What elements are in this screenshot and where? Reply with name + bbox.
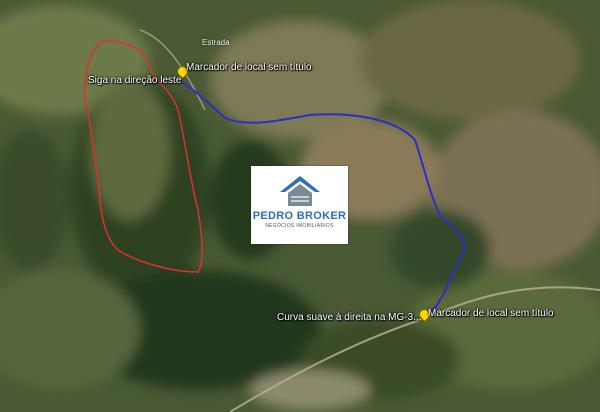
marker-label-bottom: Marcador de local sem título — [428, 308, 554, 319]
logo-name: PEDRO BROKER — [252, 210, 347, 222]
turn-instruction-label: Curva suave à direita na MG-3... — [277, 312, 422, 323]
broker-logo: PEDRO BROKER NEGÓCIOS IMOBILIÁRIOS — [251, 166, 348, 244]
house-logo-icon — [279, 176, 320, 206]
marker-label-top: Marcador de local sem título — [186, 62, 312, 73]
start-instruction-label: Siga na direção leste — [88, 75, 182, 86]
road-label: Estrada — [202, 38, 230, 47]
satellite-map[interactable]: Estrada Marcador de local sem título Sig… — [0, 0, 600, 412]
logo-subtitle: NEGÓCIOS IMOBILIÁRIOS — [265, 223, 334, 229]
